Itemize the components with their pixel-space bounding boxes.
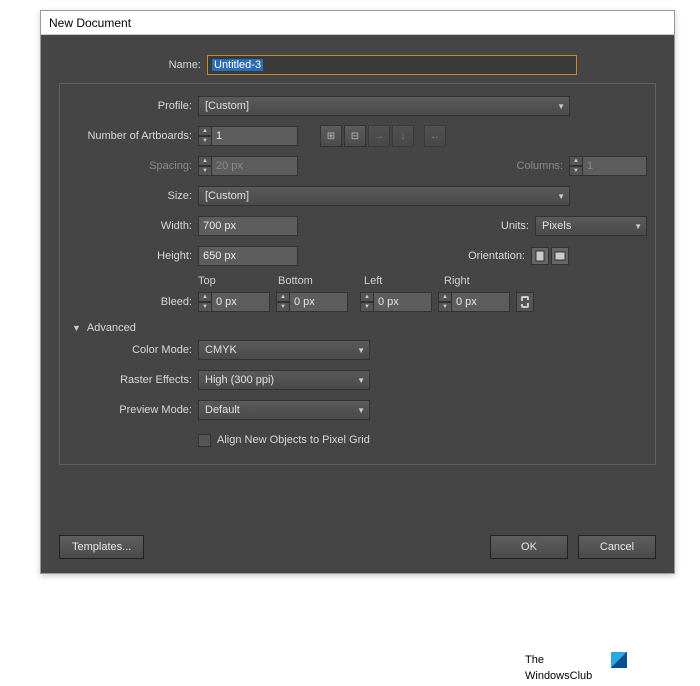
width-input[interactable]: 700 px (198, 216, 298, 236)
change-order-icon[interactable]: ↔ (424, 125, 446, 147)
align-checkbox[interactable] (198, 434, 211, 447)
height-input[interactable]: 650 px (198, 246, 298, 266)
advanced-toggle[interactable]: ▼ Advanced (72, 320, 647, 336)
columns-spinner[interactable]: ▲▼ 1 (569, 156, 647, 176)
new-document-dialog: New Document Name: Untitled-3 Profile: [… (40, 10, 675, 574)
color-mode-select[interactable]: CMYK▼ (198, 340, 370, 360)
bleed-bottom-spinner[interactable]: ▲▼ 0 px (276, 292, 348, 312)
orientation-landscape-icon[interactable] (551, 247, 569, 265)
width-label: Width: (68, 220, 198, 232)
advanced-label: Advanced (87, 322, 136, 334)
grid-by-row-icon[interactable]: ⊞ (320, 125, 342, 147)
chevron-down-icon: ▼ (634, 222, 642, 231)
main-fieldset: Profile: [Custom]▼ Number of Artboards: … (59, 83, 656, 465)
height-label: Height: (68, 250, 198, 262)
row-ltr-icon[interactable]: → (368, 125, 390, 147)
profile-label: Profile: (68, 100, 198, 112)
bleed-top-spinner[interactable]: ▲▼ 0 px (198, 292, 270, 312)
preview-label: Preview Mode: (68, 404, 198, 416)
bleed-right-spinner[interactable]: ▲▼ 0 px (438, 292, 510, 312)
dialog-title: New Document (41, 11, 674, 35)
size-label: Size: (68, 190, 198, 202)
artboards-spinner[interactable]: ▲▼ 1 (198, 126, 298, 146)
chevron-down-icon: ▼ (557, 192, 565, 201)
raster-select[interactable]: High (300 ppi)▼ (198, 370, 370, 390)
chevron-down-icon: ▼ (357, 406, 365, 415)
bleed-label: Bleed: (68, 296, 198, 308)
raster-label: Raster Effects: (68, 374, 198, 386)
bleed-bottom-label: Bottom (278, 275, 358, 289)
bleed-left-spinner[interactable]: ▲▼ 0 px (360, 292, 432, 312)
artboards-label: Number of Artboards: (68, 130, 198, 142)
preview-select[interactable]: Default▼ (198, 400, 370, 420)
watermark-logo: The WindowsClub (519, 648, 631, 686)
chevron-down-icon: ▼ (357, 346, 365, 355)
orientation-label: Orientation: (453, 250, 531, 262)
color-mode-label: Color Mode: (68, 344, 198, 356)
dialog-footer: Templates... OK Cancel (59, 535, 656, 559)
disclosure-triangle-icon: ▼ (72, 323, 81, 333)
spacing-spinner[interactable]: ▲▼ 20 px (198, 156, 298, 176)
name-input[interactable]: Untitled-3 (207, 55, 577, 75)
size-select[interactable]: [Custom]▼ (198, 186, 570, 206)
orientation-portrait-icon[interactable] (531, 247, 549, 265)
bleed-left-label: Left (364, 275, 444, 289)
row-rtl-icon[interactable]: ↓ (392, 125, 414, 147)
columns-label: Columns: (509, 160, 569, 172)
chevron-down-icon: ▼ (357, 376, 365, 385)
name-label: Name: (59, 59, 207, 71)
templates-button[interactable]: Templates... (59, 535, 144, 559)
grid-by-column-icon[interactable]: ⊟ (344, 125, 366, 147)
watermark-triangle-icon (611, 652, 627, 668)
bleed-right-label: Right (444, 275, 524, 289)
link-bleed-icon[interactable] (516, 292, 534, 312)
units-select[interactable]: Pixels▼ (535, 216, 647, 236)
profile-select[interactable]: [Custom]▼ (198, 96, 570, 116)
dialog-content: Name: Untitled-3 Profile: [Custom]▼ Numb… (41, 35, 674, 573)
align-label: Align New Objects to Pixel Grid (217, 434, 370, 446)
ok-button[interactable]: OK (490, 535, 568, 559)
units-label: Units: (487, 220, 535, 232)
cancel-button[interactable]: Cancel (578, 535, 656, 559)
spacing-label: Spacing: (68, 160, 198, 172)
bleed-top-label: Top (198, 275, 278, 289)
chevron-down-icon: ▼ (557, 102, 565, 111)
